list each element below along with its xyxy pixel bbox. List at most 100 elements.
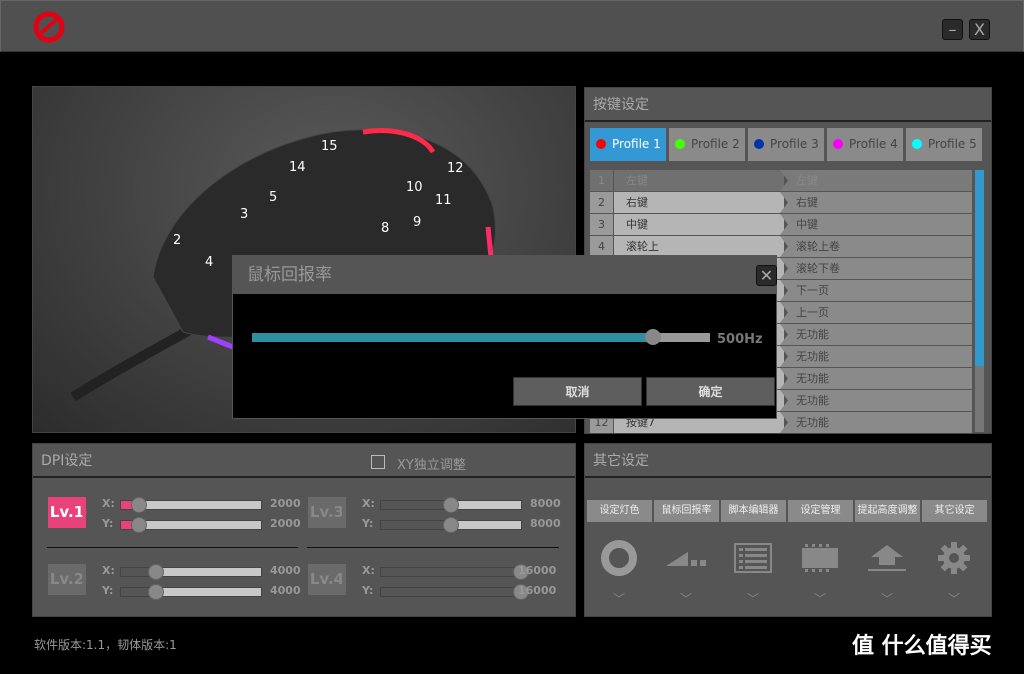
scrollbar[interactable] (975, 170, 984, 432)
key-function[interactable]: 下一页 (780, 280, 972, 301)
tab-profile-1[interactable]: Profile 1 (590, 128, 666, 161)
slider-knob[interactable] (130, 497, 147, 513)
key-row[interactable]: 4 滚轮上 滚轮上卷 (590, 236, 972, 257)
xy-independent-checkbox[interactable] (371, 455, 385, 469)
tab-profile-2[interactable]: Profile 2 (669, 128, 745, 161)
profile-color-dot (596, 139, 606, 149)
button-label: 14 (289, 160, 306, 175)
chevron-down-icon[interactable]: ﹀ (877, 590, 897, 607)
tab-profile-4[interactable]: Profile 4 (827, 128, 903, 161)
lift-icon[interactable] (865, 538, 909, 578)
other-button-1[interactable]: 设定灯色 (587, 500, 652, 522)
tab-profile-3[interactable]: Profile 3 (748, 128, 824, 161)
dpi-value: 4000 (270, 584, 301, 597)
dpi-level-1[interactable]: Lv.1 (48, 497, 87, 528)
title-bar: – X (0, 0, 1024, 52)
axis-label: Y: (102, 584, 114, 597)
tab-label: Profile 3 (770, 137, 819, 151)
key-function[interactable]: 中键 (780, 214, 972, 235)
axis-label: X: (362, 564, 375, 577)
dpi-value: 2000 (270, 497, 301, 510)
dpi-value: 4000 (270, 564, 301, 577)
chevron-down-icon[interactable]: ﹀ (609, 590, 629, 607)
button-label: 8 (381, 221, 390, 236)
other-button-4[interactable]: 设定管理 (788, 500, 853, 522)
slider-knob[interactable] (130, 517, 147, 533)
key-function[interactable]: 左键 (780, 170, 972, 191)
close-button[interactable]: X (969, 19, 990, 40)
tab-profile-5[interactable]: Profile 5 (906, 128, 982, 161)
key-row[interactable]: 1 左键 左键 (590, 170, 972, 191)
axis-label: Y: (102, 517, 114, 530)
key-function[interactable]: 右键 (780, 192, 972, 213)
slider-knob[interactable] (148, 564, 164, 580)
key-function[interactable]: 无功能 (780, 346, 972, 367)
key-function[interactable]: 上一页 (780, 302, 972, 323)
dpi-level-3[interactable]: Lv.3 (308, 497, 347, 528)
dpi-x-slider[interactable] (380, 497, 522, 513)
dpi-y-slider[interactable] (120, 584, 262, 600)
profile-color-dot (754, 139, 764, 149)
key-function[interactable]: 滚轮上卷 (780, 236, 972, 257)
panel-title: 按键设定 (585, 88, 991, 122)
report-rate-icon[interactable] (664, 538, 708, 578)
other-button-5[interactable]: 提起高度调整 (855, 500, 920, 522)
ring-icon[interactable] (597, 538, 641, 578)
dpi-y-slider[interactable] (120, 517, 262, 533)
gear-icon[interactable] (932, 538, 976, 578)
key-row[interactable]: 2 右键 右键 (590, 192, 972, 213)
slider-knob[interactable] (644, 329, 661, 345)
chevron-down-icon[interactable]: ﹀ (676, 590, 696, 607)
profile-color-dot (912, 139, 922, 149)
ok-button[interactable]: 确定 (646, 377, 775, 406)
key-function[interactable]: 无功能 (780, 412, 972, 433)
slider-knob[interactable] (443, 517, 459, 533)
tab-label: Profile 4 (849, 137, 898, 151)
other-button-6[interactable]: 其它设定 (922, 500, 987, 522)
key-function[interactable]: 无功能 (780, 324, 972, 345)
list-icon[interactable] (731, 538, 775, 578)
axis-label: Y: (362, 517, 374, 530)
report-rate-slider[interactable] (252, 329, 710, 345)
dpi-value: 16000 (518, 584, 557, 597)
chip-icon[interactable] (798, 538, 842, 578)
dpi-x-slider[interactable] (120, 497, 262, 513)
other-button-2[interactable]: 鼠标回报率 (654, 500, 719, 522)
other-button-3[interactable]: 脚本编辑器 (721, 500, 786, 522)
chevron-down-icon[interactable]: ﹀ (810, 590, 830, 607)
key-function[interactable]: 无功能 (780, 390, 972, 411)
dialog-close-button[interactable]: ✕ (756, 265, 777, 286)
cancel-button[interactable]: 取消 (513, 377, 642, 406)
profile-color-dot (833, 139, 843, 149)
dpi-x-slider[interactable] (120, 564, 262, 580)
tab-label: Profile 5 (928, 137, 977, 151)
dpi-level-2[interactable]: Lv.2 (48, 564, 87, 595)
dpi-y-slider[interactable] (380, 517, 522, 533)
axis-label: X: (102, 497, 115, 510)
key-function[interactable]: 无功能 (780, 368, 972, 389)
version-info: 软件版本:1.1，韧体版本:1 (34, 638, 177, 652)
report-rate-dialog: 鼠标回报率 ✕ 500Hz 取消 确定 (232, 255, 777, 419)
slider-knob[interactable] (148, 584, 164, 600)
key-name: 右键 (614, 192, 784, 213)
dpi-value: 8000 (530, 497, 561, 510)
chevron-down-icon[interactable]: ﹀ (743, 590, 763, 607)
key-row[interactable]: 3 中键 中键 (590, 214, 972, 235)
button-label: 12 (447, 161, 464, 176)
dpi-level-4[interactable]: Lv.4 (308, 564, 347, 595)
key-name: 左键 (614, 170, 784, 191)
axis-label: X: (102, 564, 115, 577)
dialog-title: 鼠标回报率 (233, 256, 776, 294)
chevron-down-icon[interactable]: ﹀ (944, 590, 964, 607)
profile-color-dot (675, 139, 685, 149)
key-function[interactable]: 滚轮下卷 (780, 258, 972, 279)
dpi-y-slider[interactable] (380, 584, 529, 600)
xy-independent-label: XY独立调整 (397, 458, 466, 473)
panel-title: DPI设定 (33, 444, 575, 478)
dpi-x-slider[interactable] (380, 564, 529, 580)
button-label: 5 (269, 190, 278, 205)
row-number: 2 (590, 192, 613, 213)
row-number: 3 (590, 214, 613, 235)
minimize-button[interactable]: – (942, 19, 963, 40)
slider-knob[interactable] (443, 497, 459, 513)
